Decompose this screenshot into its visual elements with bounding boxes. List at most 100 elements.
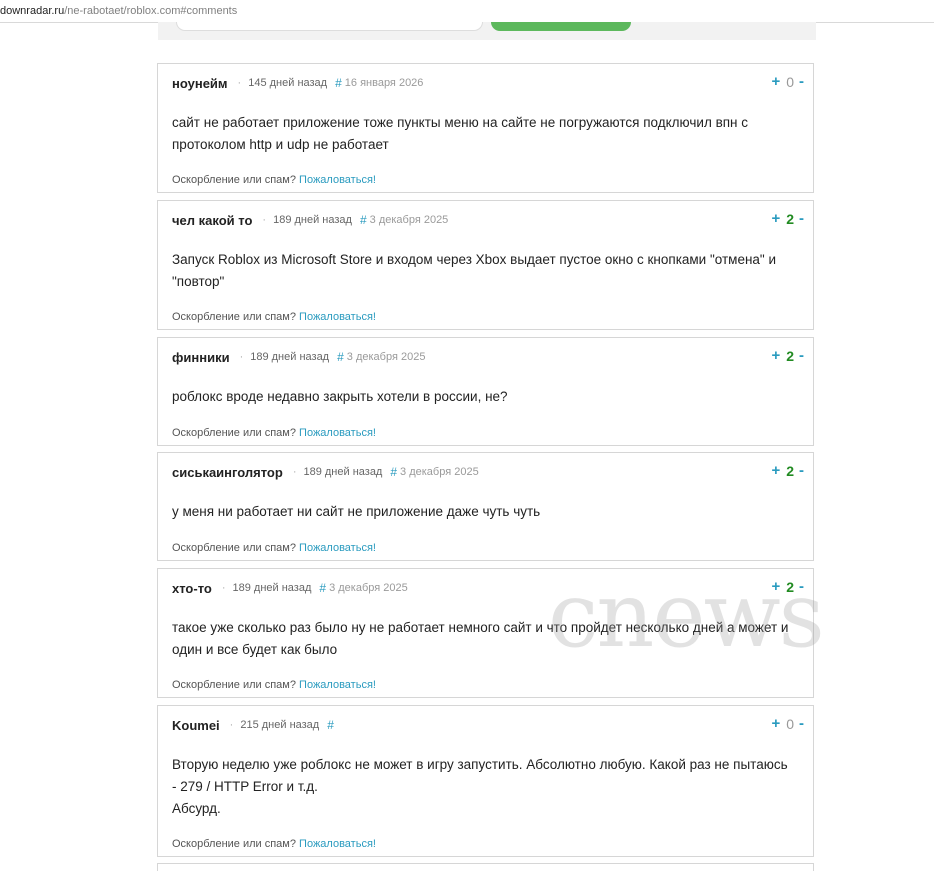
- comment-date[interactable]: 16 января 2026: [345, 77, 424, 89]
- comment-item: Koumei · 215 дней назад # + 0 - Вторую н…: [157, 705, 814, 857]
- report-text: Оскорбление или спам?: [172, 174, 296, 186]
- separator-dot: ·: [229, 719, 234, 731]
- comment-form-strip: [158, 22, 816, 40]
- submit-button[interactable]: [491, 22, 631, 31]
- vote-widget: + 2 -: [771, 210, 804, 227]
- report-link[interactable]: Пожаловаться!: [299, 838, 376, 850]
- report-line: Оскорбление или спам? Пожаловаться!: [172, 174, 376, 186]
- vote-widget: + 2 -: [771, 578, 804, 595]
- comment-text-line: протоколом http и udp не работает: [172, 137, 389, 152]
- comment-text-line: у меня ни работает ни сайт не приложение…: [172, 504, 541, 519]
- upvote-button[interactable]: +: [771, 462, 780, 479]
- permalink-hash[interactable]: #: [390, 465, 397, 479]
- comment-age: 189 дней назад: [232, 582, 312, 594]
- vote-score: 2: [786, 347, 794, 364]
- comment-age: 189 дней назад: [273, 214, 352, 226]
- report-line: Оскорбление или спам? Пожаловаться!: [172, 838, 376, 850]
- comment-text-line: один и все будет как было: [172, 642, 338, 657]
- vote-widget: + 0 -: [771, 73, 804, 90]
- next-comment-edge: [157, 863, 814, 871]
- upvote-button[interactable]: +: [771, 578, 780, 595]
- comment-author[interactable]: чел какой то: [172, 213, 252, 228]
- comment-text-line: Абсурд.: [172, 801, 221, 816]
- vote-score: 2: [786, 210, 794, 227]
- report-text: Оскорбление или спам?: [172, 838, 296, 850]
- comment-text: сайт не работает приложение тоже пункты …: [172, 112, 802, 156]
- vote-score: 0: [786, 73, 794, 90]
- downvote-button[interactable]: -: [799, 715, 804, 732]
- downvote-button[interactable]: -: [799, 210, 804, 227]
- comment-age: 189 дней назад: [303, 466, 383, 478]
- report-line: Оскорбление или спам? Пожаловаться!: [172, 427, 376, 439]
- report-link[interactable]: Пожаловаться!: [299, 679, 376, 691]
- report-link[interactable]: Пожаловаться!: [299, 427, 376, 439]
- report-link[interactable]: Пожаловаться!: [299, 174, 376, 186]
- permalink-hash[interactable]: #: [327, 718, 334, 732]
- report-text: Оскорбление или спам?: [172, 427, 296, 439]
- permalink-hash[interactable]: #: [319, 581, 326, 595]
- comment-item: чел какой то · 189 дней назад # 3 декабр…: [157, 200, 814, 330]
- separator-dot: ·: [221, 582, 226, 594]
- report-line: Оскорбление или спам? Пожаловаться!: [172, 679, 376, 691]
- comment-author[interactable]: хто-то: [172, 581, 212, 596]
- comment-header: сиськаинголятор · 189 дней назад # 3 дек…: [172, 463, 479, 481]
- comment-item: финники · 189 дней назад # 3 декабря 202…: [157, 337, 814, 446]
- downvote-button[interactable]: -: [799, 347, 804, 364]
- comment-text: Вторую неделю уже роблокс не может в игр…: [172, 754, 802, 820]
- comment-text-line: роблокс вроде недавно закрыть хотели в р…: [172, 389, 508, 404]
- upvote-button[interactable]: +: [771, 210, 780, 227]
- downvote-button[interactable]: -: [799, 578, 804, 595]
- comment-header: ноунейм · 145 дней назад # 16 января 202…: [172, 74, 423, 92]
- comment-text-line: Вторую неделю уже роблокс не может в игр…: [172, 757, 788, 772]
- downvote-button[interactable]: -: [799, 462, 804, 479]
- vote-score: 0: [786, 715, 794, 732]
- comment-author[interactable]: ноунейм: [172, 76, 228, 91]
- vote-widget: + 0 -: [771, 715, 804, 732]
- comment-item: ноунейм · 145 дней назад # 16 января 202…: [157, 63, 814, 193]
- comment-text-line: Запуск Roblox из Microsoft Store и входо…: [172, 252, 776, 267]
- comment-text-line: "повтор": [172, 274, 225, 289]
- comment-text: роблокс вроде недавно закрыть хотели в р…: [172, 386, 802, 408]
- comment-header: чел какой то · 189 дней назад # 3 декабр…: [172, 211, 448, 229]
- comment-date[interactable]: 3 декабря 2025: [400, 466, 479, 478]
- comment-age: 189 дней назад: [250, 351, 330, 363]
- report-text: Оскорбление или спам?: [172, 542, 296, 554]
- comment-header: хто-то · 189 дней назад # 3 декабря 2025: [172, 579, 408, 597]
- comment-date[interactable]: 3 декабря 2025: [370, 214, 449, 226]
- report-text: Оскорбление или спам?: [172, 679, 296, 691]
- downvote-button[interactable]: -: [799, 73, 804, 90]
- comment-text-line: сайт не работает приложение тоже пункты …: [172, 115, 749, 130]
- report-text: Оскорбление или спам?: [172, 311, 296, 323]
- permalink-hash[interactable]: #: [335, 76, 342, 90]
- comment-input[interactable]: [176, 22, 483, 31]
- report-link[interactable]: Пожаловаться!: [299, 311, 376, 323]
- comment-text: у меня ни работает ни сайт не приложение…: [172, 501, 802, 523]
- comment-author[interactable]: Koumei: [172, 718, 220, 733]
- comment-text-line: - 279 / HTTP Error и т.д.: [172, 779, 318, 794]
- separator-dot: ·: [237, 77, 242, 89]
- comment-header: Koumei · 215 дней назад #: [172, 716, 337, 734]
- comment-author[interactable]: финники: [172, 350, 230, 365]
- address-host: downradar.ru: [0, 5, 65, 17]
- permalink-hash[interactable]: #: [360, 213, 367, 227]
- comment-item: хто-то · 189 дней назад # 3 декабря 2025…: [157, 568, 814, 698]
- comment-author[interactable]: сиськаинголятор: [172, 465, 283, 480]
- report-link[interactable]: Пожаловаться!: [299, 542, 376, 554]
- report-line: Оскорбление или спам? Пожаловаться!: [172, 311, 376, 323]
- vote-score: 2: [786, 462, 794, 479]
- address-path: /ne-rabotaet/roblox.com#comments: [64, 5, 238, 17]
- vote-widget: + 2 -: [771, 347, 804, 364]
- vote-widget: + 2 -: [771, 462, 804, 479]
- upvote-button[interactable]: +: [771, 347, 780, 364]
- comment-item: сиськаинголятор · 189 дней назад # 3 дек…: [157, 452, 814, 561]
- comment-date[interactable]: 3 декабря 2025: [347, 351, 426, 363]
- comment-age: 215 дней назад: [240, 719, 320, 731]
- permalink-hash[interactable]: #: [337, 350, 344, 364]
- comment-header: финники · 189 дней назад # 3 декабря 202…: [172, 348, 425, 366]
- address-bar[interactable]: downradar.ru/ne-rabotaet/roblox.com#comm…: [0, 0, 934, 23]
- upvote-button[interactable]: +: [771, 73, 780, 90]
- comment-date[interactable]: 3 декабря 2025: [329, 582, 408, 594]
- vote-score: 2: [786, 578, 794, 595]
- comment-text: такое уже сколько раз было ну не работае…: [172, 617, 802, 661]
- upvote-button[interactable]: +: [771, 715, 780, 732]
